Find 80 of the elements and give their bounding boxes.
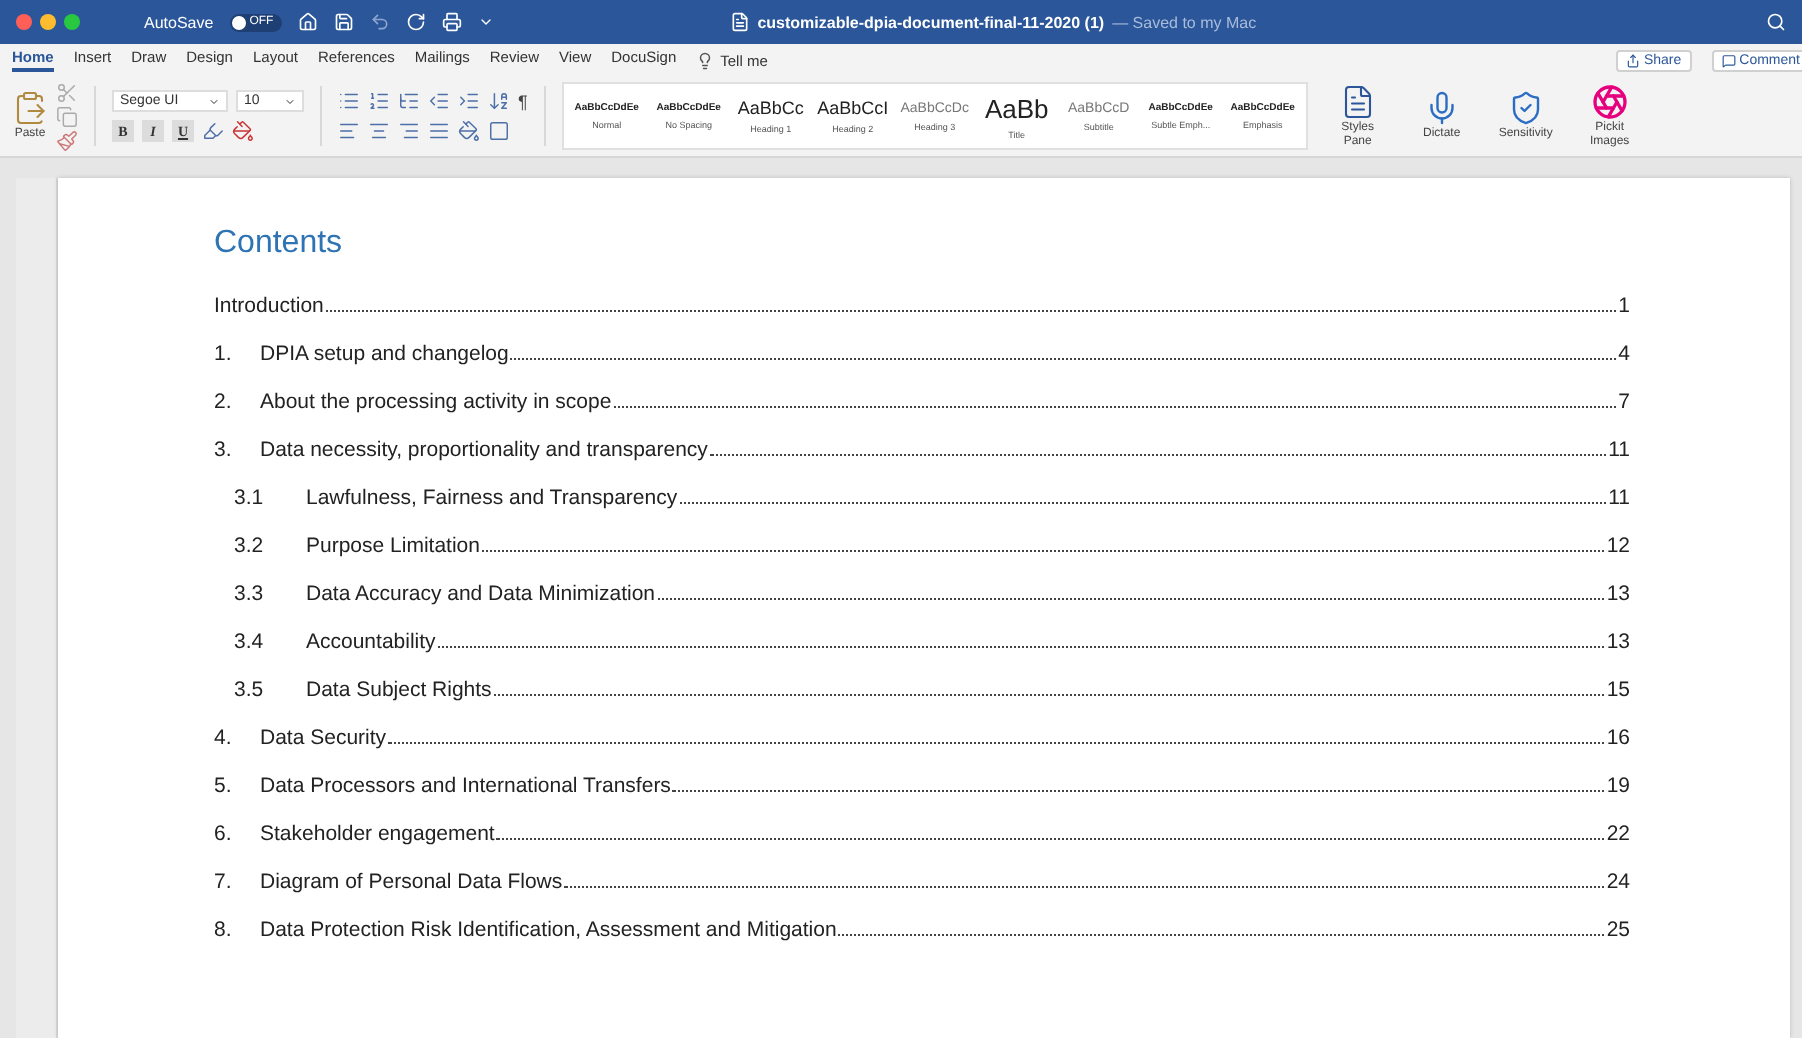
page-number: 16 xyxy=(1606,726,1630,750)
lightbulb-icon xyxy=(696,51,715,69)
page-number: 1 xyxy=(1618,294,1630,318)
decrease-indent-icon[interactable] xyxy=(428,90,450,112)
toc-entry-title[interactable]: DPIA setup and changelog xyxy=(260,342,509,366)
section-number: 1. xyxy=(214,342,234,366)
justify-icon[interactable] xyxy=(428,120,450,142)
page-number: 11 xyxy=(1608,486,1630,510)
borders-icon[interactable] xyxy=(488,120,510,142)
page-number: 24 xyxy=(1606,870,1630,894)
save-status: — Saved to my Mac xyxy=(1112,13,1257,31)
page-number: 13 xyxy=(1606,630,1630,654)
paintbrush-icon[interactable] xyxy=(56,129,78,151)
section-number: 8. xyxy=(214,918,234,942)
align-right-icon[interactable] xyxy=(398,120,420,142)
section-number: 6. xyxy=(214,822,234,846)
save-icon[interactable] xyxy=(333,12,354,32)
page-number: 13 xyxy=(1606,582,1630,606)
toc-entry-title[interactable]: Introduction xyxy=(214,294,324,318)
section-number: 3.4 xyxy=(234,630,266,654)
share-icon xyxy=(1625,53,1640,67)
page-number: 4 xyxy=(1618,342,1630,366)
section-number: 3. xyxy=(214,438,234,462)
sort-icon[interactable] xyxy=(488,90,510,112)
pilcrow-button[interactable]: ¶ xyxy=(518,91,528,111)
align-center-icon[interactable] xyxy=(368,120,390,142)
shading-icon[interactable] xyxy=(458,120,480,142)
speech-bubble-icon xyxy=(1721,53,1736,67)
autosave-label: AutoSave xyxy=(144,13,214,31)
section-number: 3.1 xyxy=(234,486,266,510)
numbered-list-icon[interactable] xyxy=(368,90,390,112)
section-number: 3.3 xyxy=(234,582,266,606)
zoom-icon[interactable] xyxy=(64,14,80,30)
window-title: customizable-dpia-document-final-11-2020 (1) xyxy=(757,13,1105,31)
page-number: 25 xyxy=(1606,918,1630,942)
printer-icon[interactable] xyxy=(441,12,462,32)
toc-entry-title[interactable]: Lawfulness, Fairness and Transparency xyxy=(306,486,678,510)
redo-icon[interactable] xyxy=(405,12,426,32)
align-left-icon[interactable] xyxy=(338,120,360,142)
section-number: 3.5 xyxy=(234,678,266,702)
toc-entry-title[interactable]: Data Protection Risk Identification, Assessment and Mitigation xyxy=(260,918,837,942)
minimize-icon[interactable] xyxy=(40,14,56,30)
page-number: 22 xyxy=(1606,822,1630,846)
undo-icon[interactable] xyxy=(369,12,390,32)
page-number: 7 xyxy=(1618,390,1630,414)
paste-icon[interactable] xyxy=(12,90,48,126)
toc-entry-title[interactable]: Data Security xyxy=(260,726,387,750)
toc-entry-title[interactable]: Accountability xyxy=(306,630,436,654)
search-icon[interactable] xyxy=(1766,12,1786,32)
section-number: 3.2 xyxy=(234,534,266,558)
section-number: 4. xyxy=(214,726,234,750)
page-number: 15 xyxy=(1606,678,1630,702)
paint-bucket-icon[interactable] xyxy=(232,120,254,142)
caret-icon xyxy=(208,95,220,107)
page-number: 11 xyxy=(1608,438,1630,462)
toc-entry-title[interactable]: Data necessity, proportionality and transparency xyxy=(260,438,708,462)
aperture-icon xyxy=(1591,83,1628,119)
shield-icon xyxy=(1507,90,1544,126)
toc-entry-title[interactable]: Purpose Limitation xyxy=(306,534,480,558)
highlighter-icon[interactable] xyxy=(202,120,224,142)
toc-entry-title[interactable]: Data Accuracy and Data Minimization xyxy=(306,582,655,606)
document-icon xyxy=(729,12,750,32)
toc-entry-title[interactable]: Data Processors and International Transfers xyxy=(260,774,671,798)
toc-entry-title[interactable]: Diagram of Personal Data Flows xyxy=(260,870,563,894)
styles-pane-icon xyxy=(1339,83,1376,119)
toc-entry-title[interactable]: Data Subject Rights xyxy=(306,678,492,702)
caret-icon xyxy=(284,95,296,107)
page-number: 19 xyxy=(1606,774,1630,798)
toc-entry-title[interactable]: Stakeholder engagement xyxy=(260,822,495,846)
multilevel-list-icon[interactable] xyxy=(398,90,420,112)
increase-indent-icon[interactable] xyxy=(458,90,480,112)
toc-entry-title[interactable]: About the processing activity in scope xyxy=(260,390,612,414)
caret-icon[interactable] xyxy=(477,14,494,30)
contents-heading: Contents xyxy=(214,226,345,262)
home-icon[interactable] xyxy=(297,12,318,32)
close-icon[interactable] xyxy=(16,14,32,30)
page-number: 12 xyxy=(1606,534,1630,558)
section-number: 2. xyxy=(214,390,234,414)
section-number: 5. xyxy=(214,774,234,798)
section-number: 7. xyxy=(214,870,234,894)
